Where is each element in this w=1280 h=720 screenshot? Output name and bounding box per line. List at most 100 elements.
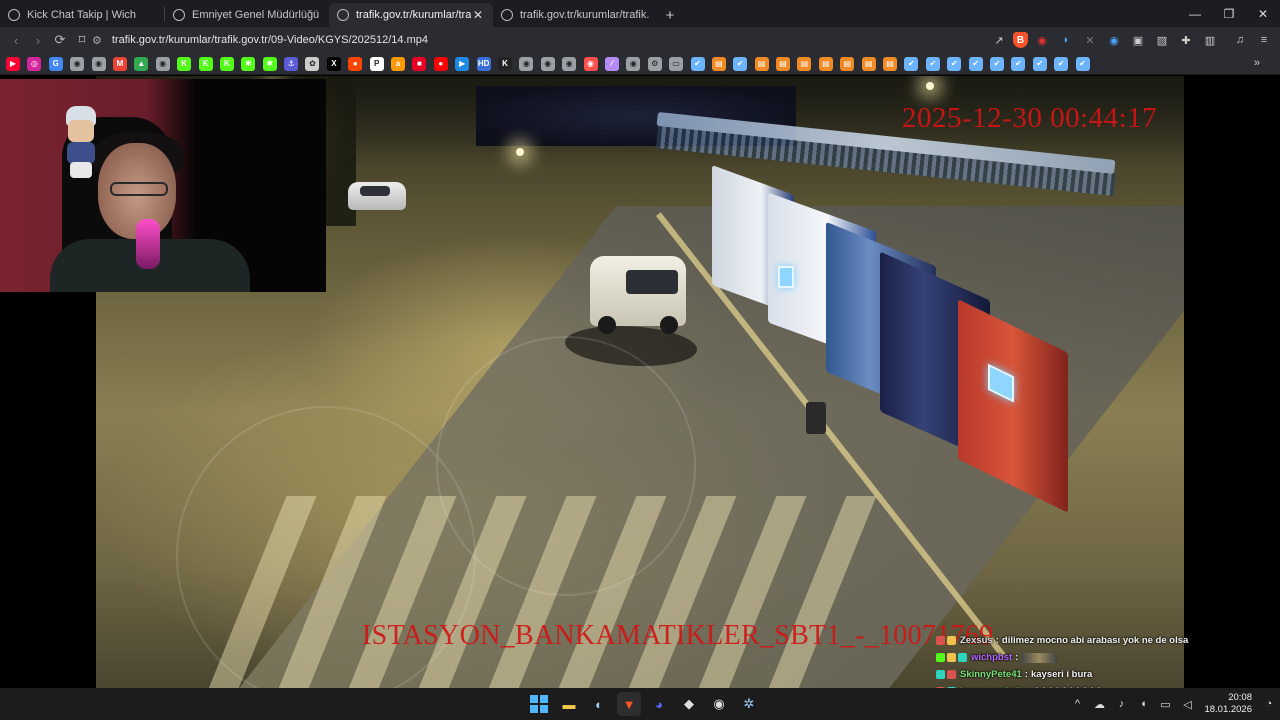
- cloud-icon[interactable]: ☁: [1088, 698, 1110, 711]
- new-tab-button[interactable]: +: [657, 3, 683, 27]
- reload-button[interactable]: ⟳: [50, 30, 70, 50]
- clock-time: 20:08: [1228, 692, 1252, 703]
- restore-button[interactable]: ❐: [1212, 0, 1246, 27]
- close-window-button[interactable]: ✕: [1246, 0, 1280, 27]
- save-icon[interactable]: ■: [412, 56, 427, 71]
- clock[interactable]: 20:08 18.01.2026: [1204, 692, 1252, 716]
- kick-icon[interactable]: K: [497, 56, 512, 71]
- reddit-icon[interactable]: ●: [348, 56, 363, 71]
- instagram-icon[interactable]: ◎: [27, 56, 42, 71]
- brave-shields-icon[interactable]: B: [1013, 32, 1028, 48]
- steam-icon[interactable]: ✔: [733, 56, 748, 71]
- globe-icon[interactable]: ◉: [519, 56, 534, 71]
- steam-icon[interactable]: ✔: [1011, 56, 1026, 71]
- chat-username[interactable]: wichpbst: [971, 652, 1012, 663]
- file-explorer-icon[interactable]: ▬: [557, 692, 581, 716]
- globe-icon[interactable]: ◉: [626, 56, 641, 71]
- kick-icon[interactable]: ✱: [241, 56, 256, 71]
- steam-icon[interactable]: ✔: [925, 56, 940, 71]
- steam-icon[interactable]: ✔: [904, 56, 919, 71]
- steam-icon[interactable]: ✔: [968, 56, 983, 71]
- globe-icon[interactable]: ◉: [583, 56, 598, 71]
- rss-icon[interactable]: ▤: [776, 56, 791, 71]
- globe-icon[interactable]: ◉: [91, 56, 106, 71]
- x-icon[interactable]: X: [326, 56, 341, 71]
- extension-icon[interactable]: ◉: [1104, 30, 1124, 50]
- kick-icon[interactable]: ✱: [262, 56, 277, 71]
- tray-overflow-icon[interactable]: ^: [1066, 698, 1088, 710]
- extension-icon[interactable]: ▣: [1128, 30, 1148, 50]
- steam-icon[interactable]: ✔: [690, 56, 705, 71]
- steam-icon[interactable]: ◐: [587, 692, 611, 716]
- ublock-icon[interactable]: ◉: [1032, 30, 1052, 50]
- anchor-icon[interactable]: ⚓: [284, 56, 299, 71]
- youtube-icon[interactable]: ▶: [6, 56, 20, 71]
- globe-icon[interactable]: ◉: [540, 56, 555, 71]
- close-tab-icon[interactable]: ✕: [471, 8, 485, 22]
- start-button[interactable]: [527, 692, 551, 716]
- gear-icon[interactable]: ⚙: [647, 56, 662, 71]
- rss-icon[interactable]: ▤: [818, 56, 833, 71]
- sidebar-icon[interactable]: ▥: [1200, 30, 1220, 50]
- rss-icon[interactable]: ▤: [840, 56, 855, 71]
- kick-icon[interactable]: K: [219, 56, 234, 71]
- translate-icon[interactable]: G: [48, 56, 63, 71]
- globe-icon[interactable]: ◉: [70, 56, 85, 71]
- kick-icon[interactable]: K: [198, 56, 213, 71]
- microphone-icon[interactable]: ◖: [1132, 698, 1154, 710]
- globe-icon[interactable]: ◉: [155, 56, 170, 71]
- van-wheel: [598, 316, 616, 334]
- rss-icon[interactable]: ▤: [754, 56, 769, 71]
- play-icon[interactable]: ▶: [455, 56, 470, 71]
- globe-icon[interactable]: ◉: [562, 56, 577, 71]
- speaker-icon[interactable]: ♪: [1110, 698, 1132, 710]
- kick-icon[interactable]: K: [177, 56, 192, 71]
- rss-icon[interactable]: ▤: [797, 56, 812, 71]
- patreon-icon[interactable]: P: [369, 56, 384, 71]
- media-icon[interactable]: ♫: [1230, 30, 1250, 50]
- volume-icon[interactable]: ◁: [1176, 698, 1198, 711]
- forward-button[interactable]: ›: [28, 30, 48, 50]
- record-icon[interactable]: ●: [433, 56, 448, 71]
- steam-icon[interactable]: ✔: [1075, 56, 1090, 71]
- tab-trafik-active[interactable]: trafik.gov.tr/kurumlar/trafik.gov.t ✕: [329, 3, 493, 27]
- rss-icon[interactable]: ▤: [861, 56, 876, 71]
- back-button[interactable]: ‹: [6, 30, 26, 50]
- brave-icon[interactable]: ▼: [617, 692, 641, 716]
- share-icon[interactable]: ↗: [989, 30, 1009, 50]
- notification-bell-icon[interactable]: ◔: [1258, 698, 1280, 710]
- drive-icon[interactable]: ▲: [134, 56, 149, 71]
- menu-icon[interactable]: ≡: [1254, 30, 1274, 50]
- extension-icon[interactable]: ◗: [1056, 30, 1076, 50]
- unity-icon[interactable]: ◆: [677, 692, 701, 716]
- tab-emniyet[interactable]: Emniyet Genel Müdürlüğü Trafik Başk: [165, 3, 329, 27]
- tab-kick-chat[interactable]: Kick Chat Takip | Wich: [0, 3, 164, 27]
- steam-icon[interactable]: ✔: [1032, 56, 1047, 71]
- rss-icon[interactable]: ▤: [883, 56, 898, 71]
- puzzle-icon[interactable]: ✚: [1176, 30, 1196, 50]
- discord-icon[interactable]: ◕: [647, 692, 671, 716]
- hd-icon[interactable]: HD: [476, 56, 491, 71]
- steam-alt-icon[interactable]: ✲: [737, 692, 761, 716]
- gmail-icon[interactable]: M: [112, 56, 127, 71]
- tab-trafik-2[interactable]: trafik.gov.tr/kurumlar/trafik.gov.tr/09: [493, 3, 657, 27]
- extension-icon[interactable]: ✕: [1080, 30, 1100, 50]
- minimize-button[interactable]: —: [1178, 0, 1212, 27]
- address-bar[interactable]: ⚙ trafik.gov.tr/kurumlar/trafik.gov.tr/0…: [88, 29, 1058, 51]
- steam-icon[interactable]: ✔: [989, 56, 1004, 71]
- chat-username[interactable]: SkinnyPete41: [960, 669, 1022, 680]
- obs-icon[interactable]: ◉: [707, 692, 731, 716]
- folder-icon[interactable]: ▭: [669, 56, 684, 71]
- amazon-icon[interactable]: a: [391, 56, 406, 71]
- rss-icon[interactable]: ▤: [711, 56, 726, 71]
- openai-icon[interactable]: ✿: [305, 56, 320, 71]
- steam-icon[interactable]: ✔: [1054, 56, 1069, 71]
- chat-username[interactable]: Zexsus: [960, 635, 993, 646]
- tab-title: Kick Chat Takip | Wich: [27, 9, 137, 21]
- steam-icon[interactable]: ✔: [947, 56, 962, 71]
- more-bookmarks-icon[interactable]: »: [1254, 57, 1260, 69]
- network-icon[interactable]: ▭: [1154, 698, 1176, 711]
- extension-icon[interactable]: ▧: [1152, 30, 1172, 50]
- site-info-icon[interactable]: ⚙: [92, 34, 102, 47]
- feather-icon[interactable]: ⁄: [604, 56, 619, 71]
